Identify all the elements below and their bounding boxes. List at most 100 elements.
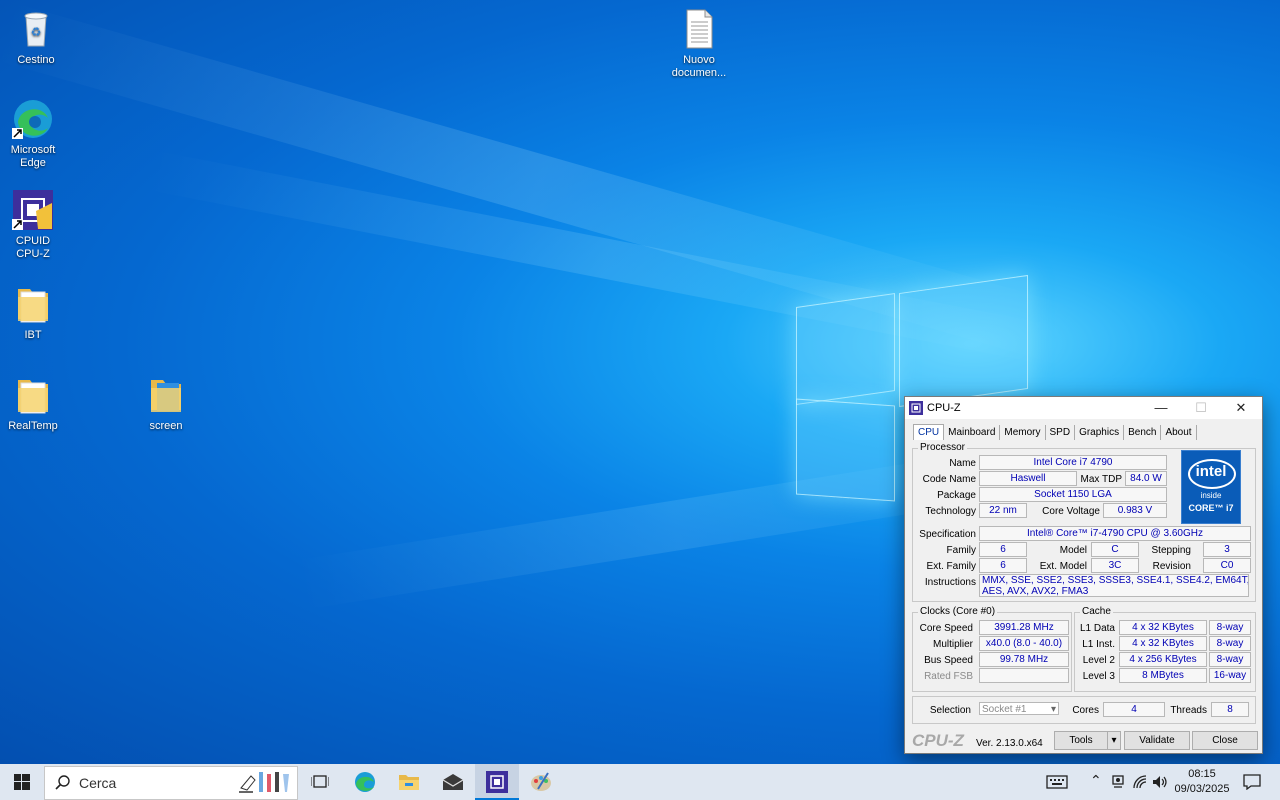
tab-mainboard[interactable]: Mainboard (944, 425, 1001, 440)
window-title: CPU-Z (927, 402, 961, 414)
task-view-button[interactable] (298, 764, 342, 800)
desktop-icon-recycle-bin[interactable]: ♻ Cestino (0, 8, 72, 67)
specification-value: Intel® Core™ i7-4790 CPU @ 3.60GHz (979, 526, 1251, 541)
socket-select[interactable]: Socket #1 ▾ (979, 702, 1059, 715)
selection-row: Selection Socket #1 ▾ Cores 4 Threads 8 (912, 696, 1256, 724)
taskbar-cpuz-button[interactable] (475, 764, 519, 800)
desktop-icon-label: Cestino (17, 54, 55, 66)
desktop-icon-cpuz[interactable]: CPUID CPU-Z (0, 189, 69, 261)
model-value: C (1091, 542, 1139, 557)
search-box[interactable]: Cerca (44, 766, 298, 800)
desktop-icon-edge[interactable]: Microsoft Edge (0, 98, 69, 170)
desktop-icon-realtemp[interactable]: RealTemp (0, 374, 69, 433)
l3-value: 8 MBytes (1119, 668, 1207, 683)
tab-memory[interactable]: Memory (1000, 425, 1046, 440)
desktop: ♻ Cestino Microsoft Edge CPUID CPU-Z IBT… (0, 0, 1280, 764)
tab-bench[interactable]: Bench (1124, 425, 1162, 440)
desktop-icon-ibt[interactable]: IBT (0, 283, 69, 342)
taskbar-paint-button[interactable] (519, 764, 563, 800)
taskbar-edge-button[interactable] (343, 764, 387, 800)
name-value: Intel Core i7 4790 (979, 455, 1167, 470)
close-button[interactable]: Close (1192, 731, 1258, 750)
group-label: Cache (1080, 606, 1113, 617)
l1data-way: 8-way (1209, 620, 1251, 635)
tools-dropdown-button[interactable]: ▾ (1107, 731, 1121, 750)
tab-about[interactable]: About (1161, 425, 1197, 440)
folder-icon (145, 374, 187, 416)
close-window-button[interactable]: ✕ (1221, 397, 1261, 419)
maxtdp-value: 84.0 W (1125, 471, 1167, 486)
chevron-down-icon: ▾ (1111, 735, 1117, 746)
maximize-button[interactable]: ☐ (1181, 397, 1221, 419)
name-label: Name (949, 458, 976, 469)
corevoltage-label: Core Voltage (1042, 506, 1100, 517)
intel-brand-text: intel (1195, 463, 1227, 480)
clock-time: 08:15 (1188, 768, 1216, 780)
selection-label: Selection (929, 705, 971, 716)
title-bar[interactable]: CPU-Z — ☐ ✕ (905, 397, 1262, 419)
tray-overflow-button[interactable]: ⌃ (1086, 764, 1106, 800)
cpuz-window[interactable]: CPU-Z — ☐ ✕ CPU Mainboard Memory SPD Graphic… (904, 396, 1263, 754)
clock[interactable]: 08:15 09/03/2025 (1172, 767, 1232, 797)
cpuz-brand-logo: CPU-Z (912, 731, 964, 750)
tab-spd[interactable]: SPD (1046, 425, 1076, 440)
edge-icon (355, 772, 375, 792)
ratedfsb-label: Rated FSB (924, 671, 973, 682)
l3-label: Level 3 (1082, 671, 1115, 682)
tray-network-button[interactable] (1130, 764, 1150, 800)
tools-button[interactable]: Tools (1054, 731, 1108, 750)
intel-core-text: CORE™ i7 (1188, 503, 1234, 513)
tray-volume-button[interactable] (1150, 764, 1170, 800)
action-center-button[interactable] (1238, 764, 1266, 800)
cpuz-app-icon (909, 401, 923, 415)
l3-way: 16-way (1209, 668, 1251, 683)
clocks-group: Clocks (Core #0) Core Speed 3991.28 MHz … (912, 606, 1072, 692)
technology-label: Technology (925, 506, 976, 517)
file-explorer-icon (399, 775, 419, 790)
intel-inside-text: inside (1200, 491, 1222, 500)
search-placeholder: Cerca (79, 775, 117, 791)
validate-button[interactable]: Validate (1124, 731, 1190, 750)
taskbar-file-explorer-button[interactable] (387, 764, 431, 800)
desktop-icon-label: CPUID CPU-Z (15, 235, 51, 260)
minimize-button[interactable]: — (1141, 397, 1181, 419)
tab-cpu[interactable]: CPU (913, 424, 945, 440)
taskbar: Cerca ⌃ 08:15 09/03/2025 (0, 764, 1280, 800)
app-tray-icon (1112, 775, 1124, 788)
mail-icon (442, 774, 464, 790)
l1data-label: L1 Data (1079, 623, 1115, 634)
volume-icon (1153, 776, 1167, 788)
desktop-icon-document[interactable]: Nuovo documen... (663, 8, 735, 80)
paint-palette-icon (531, 772, 551, 791)
desktop-icon-screen[interactable]: screen (130, 374, 202, 433)
group-label: Clocks (Core #0) (918, 606, 998, 617)
recycle-bin-icon: ♻ (15, 8, 57, 50)
windows-logo-pane (796, 293, 895, 405)
cpuz-app-icon (486, 771, 508, 793)
busspeed-label: Bus Speed (924, 655, 973, 666)
l1data-value: 4 x 32 KBytes (1119, 620, 1207, 635)
tray-keyboard-button[interactable] (1040, 764, 1074, 800)
windows-logo-icon (14, 774, 30, 790)
corevoltage-value: 0.983 V (1103, 503, 1167, 518)
stepping-label: Stepping (1151, 545, 1191, 556)
threads-label: Threads (1170, 705, 1207, 716)
codename-label: Code Name (922, 474, 976, 485)
model-label: Model (1059, 545, 1087, 556)
l2-label: Level 2 (1082, 655, 1115, 666)
desktop-icon-label: screen (149, 420, 183, 432)
threads-value: 8 (1211, 702, 1249, 717)
tray-app-button[interactable] (1108, 764, 1128, 800)
instructions-value: MMX, SSE, SSE2, SSE3, SSSE3, SSE4.1, SSE… (979, 574, 1249, 597)
clock-date: 09/03/2025 (1174, 783, 1230, 795)
taskbar-mail-button[interactable] (431, 764, 475, 800)
tab-graphics[interactable]: Graphics (1075, 425, 1125, 440)
ratedfsb-value (979, 668, 1069, 683)
touch-keyboard-icon (1046, 775, 1068, 789)
corespeed-label: Core Speed (919, 623, 973, 634)
desktop-icon-label: Nuovo documen... (671, 54, 727, 79)
cores-label: Cores (1072, 705, 1099, 716)
start-button[interactable] (0, 764, 44, 800)
desktop-icon-label: Microsoft Edge (10, 144, 56, 169)
edge-icon (12, 98, 54, 140)
